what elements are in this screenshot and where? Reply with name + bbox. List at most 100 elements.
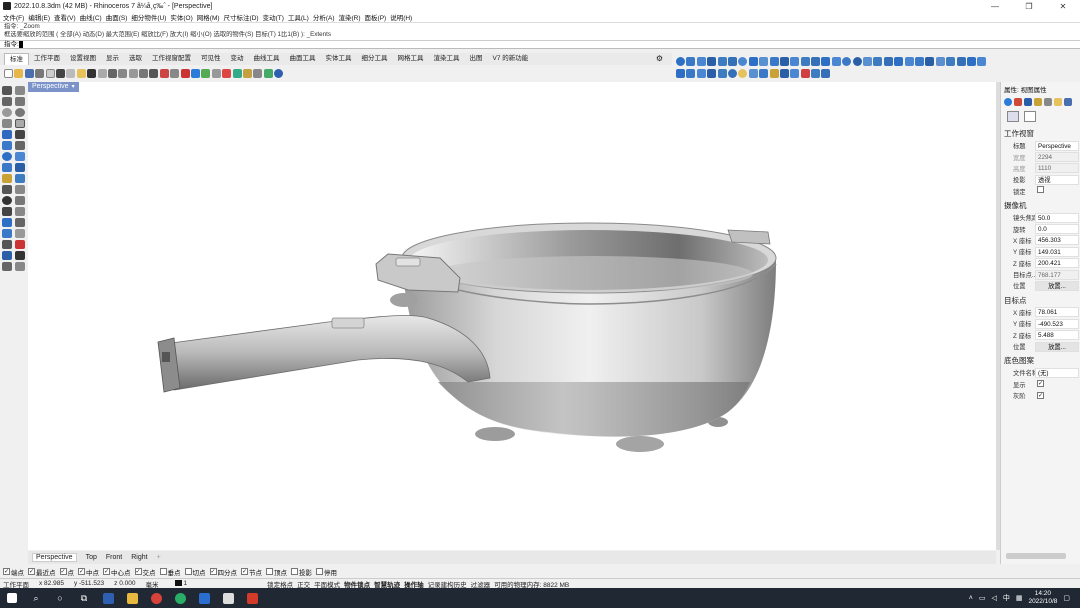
- fillet-edge-icon[interactable]: [966, 56, 976, 66]
- file-explorer-icon[interactable]: [120, 588, 144, 608]
- minimize-button[interactable]: —: [978, 0, 1012, 12]
- menu-render[interactable]: 渲染(R): [339, 12, 361, 22]
- osnap-checkbox[interactable]: ✓: [241, 568, 248, 575]
- cylinder-icon[interactable]: [696, 56, 706, 66]
- cortana-icon[interactable]: ○: [48, 588, 72, 608]
- osnap-knot[interactable]: ✓ 节点: [241, 567, 262, 577]
- open-file-icon[interactable]: [14, 68, 24, 78]
- mirror-object-icon[interactable]: [2, 207, 12, 216]
- volume-icon[interactable]: ◁: [991, 594, 996, 602]
- status-layer[interactable]: 1: [174, 580, 198, 587]
- blend-srf-icon[interactable]: [811, 56, 821, 66]
- tab-subd-tools[interactable]: 细分工具: [357, 53, 393, 65]
- rotation-field[interactable]: 0.0: [1035, 224, 1079, 235]
- patch-icon[interactable]: [800, 56, 810, 66]
- rotate-view-icon[interactable]: [107, 68, 117, 78]
- check-icon[interactable]: [15, 251, 25, 260]
- menu-surface[interactable]: 曲面(S): [106, 12, 128, 22]
- menu-analyze[interactable]: 分析(A): [313, 12, 335, 22]
- cap-icon[interactable]: [873, 56, 883, 66]
- status-cplane[interactable]: 工作平面: [3, 579, 29, 589]
- menu-dimension[interactable]: 尺寸标注(D): [224, 12, 259, 22]
- materials-tab-icon[interactable]: [1044, 98, 1052, 106]
- extrude-curve-icon[interactable]: [15, 152, 25, 161]
- status-planar[interactable]: 平面模式: [314, 579, 340, 589]
- mirror-icon[interactable]: [811, 68, 821, 78]
- menu-tools[interactable]: 工具(L): [288, 12, 309, 22]
- untrim-icon[interactable]: [946, 56, 956, 66]
- extend-srf-icon[interactable]: [956, 56, 966, 66]
- measure-icon[interactable]: [769, 68, 779, 78]
- join-icon[interactable]: [883, 56, 893, 66]
- sphere-icon[interactable]: [676, 56, 685, 66]
- paint-icon[interactable]: [253, 68, 263, 78]
- edge-analysis-icon[interactable]: [759, 68, 769, 78]
- lock-checkbox[interactable]: [1037, 186, 1044, 194]
- distance-icon[interactable]: [779, 68, 789, 78]
- osnap-checkbox[interactable]: ✓: [134, 568, 142, 575]
- chevron-down-icon[interactable]: ▾: [72, 82, 75, 92]
- cone-icon[interactable]: [707, 56, 717, 66]
- target-z-field[interactable]: 5.488: [1035, 330, 1079, 341]
- gear-icon[interactable]: ⚙: [651, 53, 668, 65]
- solid-sphere-icon[interactable]: [15, 163, 25, 172]
- tab-transform[interactable]: 变动: [226, 53, 249, 65]
- frying-pan-model[interactable]: [28, 82, 996, 550]
- tab-right[interactable]: Right: [131, 554, 147, 561]
- tab-surface-tools[interactable]: 曲面工具: [285, 53, 321, 65]
- save-icon[interactable]: [24, 68, 34, 78]
- layers-tab-icon[interactable]: [1014, 98, 1022, 106]
- array-icon[interactable]: [821, 68, 831, 78]
- arc-icon[interactable]: [15, 108, 25, 117]
- help-icon[interactable]: [274, 68, 284, 78]
- camera-z-field[interactable]: 200.421: [1035, 258, 1079, 269]
- windows-start-icon[interactable]: [0, 588, 24, 608]
- status-grid-snap[interactable]: 锁定格点: [267, 579, 293, 589]
- status-gumball[interactable]: 操作轴: [404, 579, 424, 589]
- osnap-perpendicular[interactable]: 垂点: [159, 567, 181, 577]
- add-viewport-button[interactable]: +: [157, 554, 161, 561]
- libraries-tab-icon[interactable]: [1054, 98, 1062, 106]
- mesh-icon[interactable]: [2, 174, 12, 183]
- camera-x-field[interactable]: 456.303: [1035, 235, 1079, 246]
- ime-indicator[interactable]: 中: [1003, 593, 1010, 603]
- zoom-extents-icon[interactable]: [139, 68, 149, 78]
- shaded-icon[interactable]: [201, 68, 211, 78]
- torus-icon[interactable]: [717, 56, 727, 66]
- panel-scrollbar[interactable]: [1006, 553, 1066, 559]
- point-icon[interactable]: [15, 86, 25, 95]
- osnap-checkbox[interactable]: ✓: [103, 568, 110, 575]
- boolean-difference-icon[interactable]: [852, 56, 862, 66]
- copy-icon[interactable]: [66, 68, 76, 78]
- chevron-up-icon[interactable]: ˄: [969, 595, 973, 602]
- grayscale-checkbox[interactable]: ✓: [1037, 391, 1044, 399]
- close-button[interactable]: ✕: [1046, 0, 1080, 12]
- angle-icon[interactable]: [790, 68, 800, 78]
- osnap-intersection[interactable]: ✓ 交点: [134, 567, 156, 577]
- osnap-disable[interactable]: 停用: [316, 567, 337, 577]
- osnap-checkbox[interactable]: [291, 568, 298, 575]
- menu-curve[interactable]: 曲线(C): [80, 12, 102, 22]
- surface-corner-icon[interactable]: [2, 152, 12, 161]
- explode-icon[interactable]: [894, 56, 904, 66]
- app-icon[interactable]: [192, 588, 216, 608]
- zoom-selected-icon[interactable]: [149, 68, 159, 78]
- analyze-icon[interactable]: [2, 262, 12, 271]
- menu-file[interactable]: 文件(F): [3, 12, 24, 22]
- trim-icon[interactable]: [904, 56, 914, 66]
- display-tab-icon[interactable]: [1024, 98, 1032, 106]
- osnap-checkbox[interactable]: [266, 568, 273, 575]
- fillet-curve-icon[interactable]: [2, 141, 12, 150]
- curvature-icon[interactable]: [717, 68, 727, 78]
- perspective-viewport[interactable]: Perspective ▾: [28, 82, 996, 550]
- section-icon[interactable]: [686, 68, 696, 78]
- group-icon[interactable]: [15, 218, 25, 227]
- tab-top[interactable]: Top: [86, 554, 97, 561]
- osnap-checkbox[interactable]: ✓: [59, 568, 67, 575]
- zoom-icon[interactable]: [118, 68, 128, 78]
- status-filter[interactable]: 过滤器: [471, 579, 491, 589]
- four-views-icon[interactable]: [170, 68, 180, 78]
- sweep-icon[interactable]: [779, 56, 789, 66]
- dimension-icon[interactable]: [2, 240, 12, 249]
- rectangle-icon[interactable]: [15, 119, 25, 128]
